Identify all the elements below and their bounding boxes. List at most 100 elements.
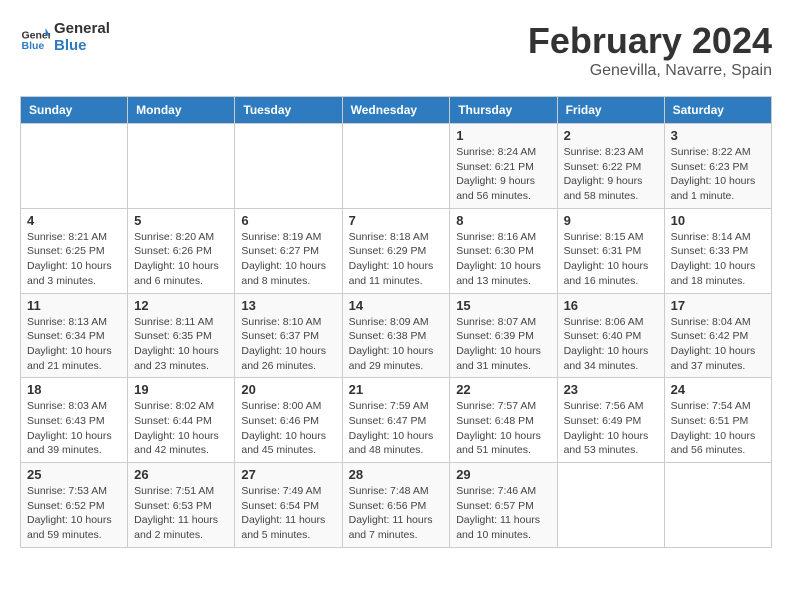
day-cell: 6 Sunrise: 8:19 AM Sunset: 6:27 PM Daylig… xyxy=(235,208,342,293)
day-cell: 10 Sunrise: 8:14 AM Sunset: 6:33 PM Dayli… xyxy=(664,208,771,293)
day-cell: 8 Sunrise: 8:16 AM Sunset: 6:30 PM Daylig… xyxy=(450,208,557,293)
day-cell xyxy=(342,124,450,209)
day-number: 9 xyxy=(564,213,658,228)
day-cell: 3 Sunrise: 8:22 AM Sunset: 6:23 PM Daylig… xyxy=(664,124,771,209)
day-number: 18 xyxy=(27,382,121,397)
day-cell xyxy=(128,124,235,209)
day-cell: 13 Sunrise: 8:10 AM Sunset: 6:37 PM Dayli… xyxy=(235,293,342,378)
day-cell: 17Sunrise: 8:04 AM Sunset: 6:42 PM Dayli… xyxy=(664,293,771,378)
day-number: 21 xyxy=(349,382,444,397)
header-day-saturday: Saturday xyxy=(664,97,771,124)
day-info: Sunrise: 8:10 AM Sunset: 6:37 PM Dayligh… xyxy=(241,315,335,374)
day-info: Sunrise: 8:22 AM Sunset: 6:23 PM Dayligh… xyxy=(671,145,765,204)
day-number: 4 xyxy=(27,213,121,228)
header-day-friday: Friday xyxy=(557,97,664,124)
day-number: 8 xyxy=(456,213,550,228)
day-number: 1 xyxy=(456,128,550,143)
day-cell: 9 Sunrise: 8:15 AM Sunset: 6:31 PM Daylig… xyxy=(557,208,664,293)
day-info: Sunrise: 8:15 AM Sunset: 6:31 PM Dayligh… xyxy=(564,230,658,289)
logo-icon: General Blue xyxy=(20,22,50,52)
day-cell: 11Sunrise: 8:13 AM Sunset: 6:34 PM Dayli… xyxy=(21,293,128,378)
day-number: 23 xyxy=(564,382,658,397)
day-number: 5 xyxy=(134,213,228,228)
day-number: 29 xyxy=(456,467,550,482)
day-info: Sunrise: 8:07 AM Sunset: 6:39 PM Dayligh… xyxy=(456,315,550,374)
day-cell: 12 Sunrise: 8:11 AM Sunset: 6:35 PM Dayli… xyxy=(128,293,235,378)
header-day-tuesday: Tuesday xyxy=(235,97,342,124)
day-number: 17 xyxy=(671,298,765,313)
day-cell: 28Sunrise: 7:48 AM Sunset: 6:56 PM Dayli… xyxy=(342,463,450,548)
day-info: Sunrise: 8:19 AM Sunset: 6:27 PM Dayligh… xyxy=(241,230,335,289)
day-cell: 26 Sunrise: 7:51 AM Sunset: 6:53 PM Dayli… xyxy=(128,463,235,548)
subtitle: Genevilla, Navarre, Spain xyxy=(528,62,772,80)
day-cell: 14Sunrise: 8:09 AM Sunset: 6:38 PM Dayli… xyxy=(342,293,450,378)
day-info: Sunrise: 8:21 AM Sunset: 6:25 PM Dayligh… xyxy=(27,230,121,289)
day-cell: 1 Sunrise: 8:24 AM Sunset: 6:21 PM Daylig… xyxy=(450,124,557,209)
day-cell: 16 Sunrise: 8:06 AM Sunset: 6:40 PM Dayli… xyxy=(557,293,664,378)
day-cell: 23 Sunrise: 7:56 AM Sunset: 6:49 PM Dayli… xyxy=(557,378,664,463)
day-number: 20 xyxy=(241,382,335,397)
header-day-wednesday: Wednesday xyxy=(342,97,450,124)
day-number: 7 xyxy=(349,213,444,228)
day-info: Sunrise: 8:03 AM Sunset: 6:43 PM Dayligh… xyxy=(27,399,121,458)
day-cell: 7 Sunrise: 8:18 AM Sunset: 6:29 PM Daylig… xyxy=(342,208,450,293)
day-info: Sunrise: 8:16 AM Sunset: 6:30 PM Dayligh… xyxy=(456,230,550,289)
day-info: Sunrise: 7:56 AM Sunset: 6:49 PM Dayligh… xyxy=(564,399,658,458)
day-number: 25 xyxy=(27,467,121,482)
day-cell: 5Sunrise: 8:20 AM Sunset: 6:26 PM Daylig… xyxy=(128,208,235,293)
day-cell: 22Sunrise: 7:57 AM Sunset: 6:48 PM Dayli… xyxy=(450,378,557,463)
day-number: 28 xyxy=(349,467,444,482)
day-number: 12 xyxy=(134,298,228,313)
day-number: 3 xyxy=(671,128,765,143)
header-day-monday: Monday xyxy=(128,97,235,124)
day-info: Sunrise: 7:57 AM Sunset: 6:48 PM Dayligh… xyxy=(456,399,550,458)
day-number: 10 xyxy=(671,213,765,228)
day-info: Sunrise: 7:53 AM Sunset: 6:52 PM Dayligh… xyxy=(27,484,121,543)
day-info: Sunrise: 7:51 AM Sunset: 6:53 PM Dayligh… xyxy=(134,484,228,543)
week-row-1: 1 Sunrise: 8:24 AM Sunset: 6:21 PM Daylig… xyxy=(21,124,772,209)
calendar-header-row: SundayMondayTuesdayWednesdayThursdayFrid… xyxy=(21,97,772,124)
day-cell: 15 Sunrise: 8:07 AM Sunset: 6:39 PM Dayli… xyxy=(450,293,557,378)
day-cell: 24 Sunrise: 7:54 AM Sunset: 6:51 PM Dayli… xyxy=(664,378,771,463)
logo: General Blue General Blue xyxy=(20,20,110,54)
title-block: February 2024 Genevilla, Navarre, Spain xyxy=(528,20,772,80)
main-title: February 2024 xyxy=(528,20,772,62)
day-info: Sunrise: 8:18 AM Sunset: 6:29 PM Dayligh… xyxy=(349,230,444,289)
day-number: 26 xyxy=(134,467,228,482)
day-info: Sunrise: 7:59 AM Sunset: 6:47 PM Dayligh… xyxy=(349,399,444,458)
day-info: Sunrise: 7:49 AM Sunset: 6:54 PM Dayligh… xyxy=(241,484,335,543)
day-info: Sunrise: 8:11 AM Sunset: 6:35 PM Dayligh… xyxy=(134,315,228,374)
day-number: 2 xyxy=(564,128,658,143)
day-info: Sunrise: 8:24 AM Sunset: 6:21 PM Dayligh… xyxy=(456,145,550,204)
day-info: Sunrise: 8:06 AM Sunset: 6:40 PM Dayligh… xyxy=(564,315,658,374)
day-cell xyxy=(21,124,128,209)
week-row-2: 4 Sunrise: 8:21 AM Sunset: 6:25 PM Daylig… xyxy=(21,208,772,293)
day-info: Sunrise: 7:54 AM Sunset: 6:51 PM Dayligh… xyxy=(671,399,765,458)
day-cell: 2 Sunrise: 8:23 AM Sunset: 6:22 PM Daylig… xyxy=(557,124,664,209)
day-cell xyxy=(664,463,771,548)
day-info: Sunrise: 8:09 AM Sunset: 6:38 PM Dayligh… xyxy=(349,315,444,374)
week-row-3: 11Sunrise: 8:13 AM Sunset: 6:34 PM Dayli… xyxy=(21,293,772,378)
day-cell: 20Sunrise: 8:00 AM Sunset: 6:46 PM Dayli… xyxy=(235,378,342,463)
day-cell: 21 Sunrise: 7:59 AM Sunset: 6:47 PM Dayli… xyxy=(342,378,450,463)
day-number: 11 xyxy=(27,298,121,313)
day-number: 19 xyxy=(134,382,228,397)
day-number: 13 xyxy=(241,298,335,313)
day-number: 15 xyxy=(456,298,550,313)
day-cell: 4 Sunrise: 8:21 AM Sunset: 6:25 PM Daylig… xyxy=(21,208,128,293)
day-info: Sunrise: 8:14 AM Sunset: 6:33 PM Dayligh… xyxy=(671,230,765,289)
logo-line1: General xyxy=(54,20,110,37)
day-number: 6 xyxy=(241,213,335,228)
week-row-4: 18 Sunrise: 8:03 AM Sunset: 6:43 PM Dayli… xyxy=(21,378,772,463)
header-day-thursday: Thursday xyxy=(450,97,557,124)
day-info: Sunrise: 8:23 AM Sunset: 6:22 PM Dayligh… xyxy=(564,145,658,204)
day-cell xyxy=(235,124,342,209)
day-number: 24 xyxy=(671,382,765,397)
day-cell: 18 Sunrise: 8:03 AM Sunset: 6:43 PM Dayli… xyxy=(21,378,128,463)
svg-text:Blue: Blue xyxy=(22,40,45,52)
day-number: 16 xyxy=(564,298,658,313)
day-number: 27 xyxy=(241,467,335,482)
week-row-5: 25 Sunrise: 7:53 AM Sunset: 6:52 PM Dayli… xyxy=(21,463,772,548)
page-header: General Blue General Blue February 2024 … xyxy=(20,20,772,80)
day-info: Sunrise: 8:02 AM Sunset: 6:44 PM Dayligh… xyxy=(134,399,228,458)
